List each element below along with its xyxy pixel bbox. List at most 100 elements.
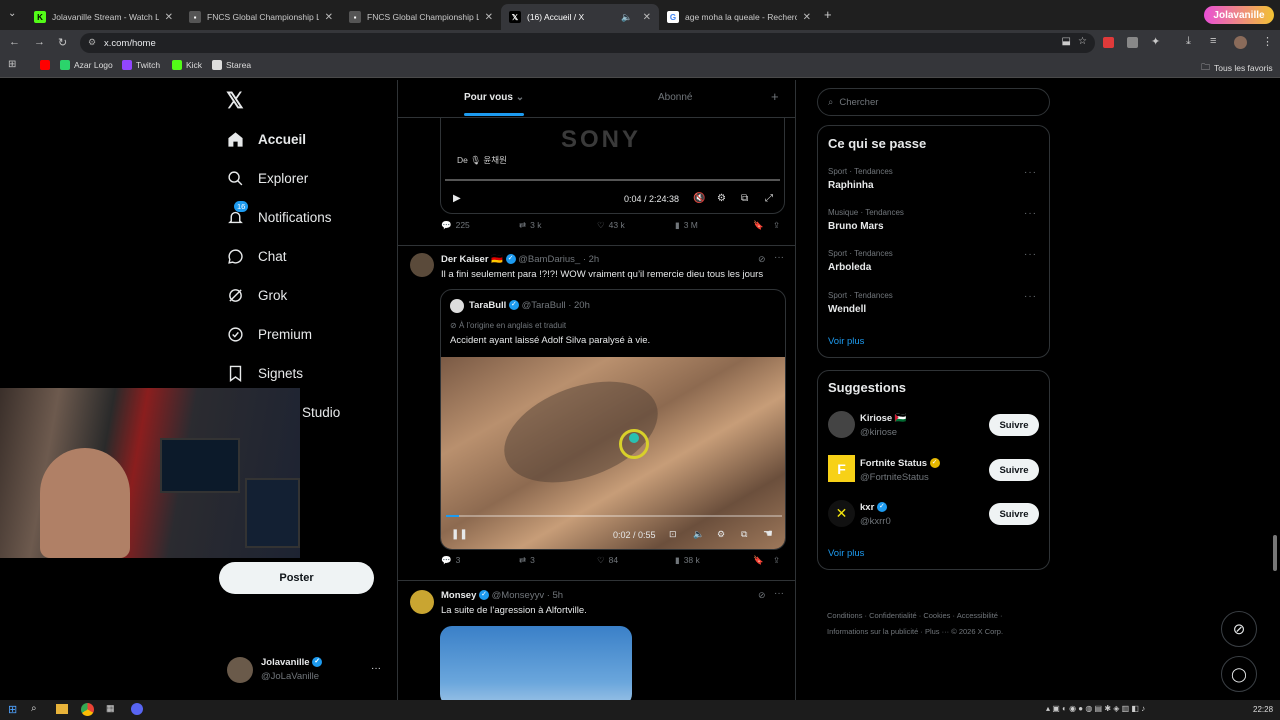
windows-start-icon[interactable]: ⊞ (8, 703, 17, 716)
mute-icon[interactable]: 🔇 (693, 193, 705, 204)
quoted-video[interactable]: ❚❚ 0:02 / 0:55 ⊡ 🔈 ⚙ ⧉ ☚ (441, 357, 785, 549)
share-icon[interactable]: ⇪ (773, 220, 780, 231)
bookmark-icon[interactable]: 🔖 (753, 220, 764, 231)
trend-item[interactable]: Sport · Tendances Raphinha (828, 167, 893, 191)
terminal-icon[interactable]: ▦ (106, 703, 115, 714)
avatar[interactable] (828, 411, 855, 438)
more-icon[interactable]: ··· (371, 663, 381, 674)
close-icon[interactable]: ✕ (643, 12, 651, 23)
nav-item-explore[interactable]: Explorer (226, 169, 308, 187)
scrollbar-thumb[interactable] (1273, 535, 1277, 571)
close-icon[interactable]: ✕ (803, 12, 811, 23)
trend-item[interactable]: Sport · Tendances Arboleda (828, 249, 893, 273)
menu-kebab-icon[interactable]: ⋮ (1262, 35, 1273, 48)
fullscreen-icon[interactable]: ⤢ (765, 193, 773, 204)
tab-x-home[interactable]: 𝕏 (16) Accueil / X 🔈 ✕ (501, 4, 659, 30)
bookmark-azar[interactable]: Azar Logo (60, 60, 113, 70)
nav-item-notifications[interactable]: 16 Notifications (226, 201, 332, 226)
nav-item-bookmarks[interactable]: Signets (226, 364, 303, 382)
suggestion-user[interactable]: Kiriose 🇵🇸 @kiriose (860, 412, 907, 440)
close-icon[interactable]: ✕ (485, 12, 493, 23)
avatar[interactable] (410, 253, 434, 277)
video-progress-track[interactable] (445, 179, 780, 181)
follow-button[interactable]: Suivre (989, 503, 1039, 525)
bookmark-twitch[interactable]: Twitch (122, 60, 160, 70)
star-icon[interactable]: ☆ (1078, 36, 1087, 47)
video-player[interactable]: SONY De 🎙 윤채원 ▶ 0:04 / 2:24:38 🔇 ⚙ ⧉ ⤢ (440, 118, 785, 214)
new-tab-button[interactable]: + (824, 7, 832, 22)
search-input[interactable]: ⌕ Chercher (817, 88, 1050, 116)
grok-icon[interactable]: ⊘ (758, 254, 766, 265)
views-button[interactable]: ▮ 3 M (675, 220, 698, 231)
avatar[interactable]: ✕ (828, 500, 855, 527)
more-icon[interactable]: ··· (1024, 291, 1037, 302)
reply-button[interactable]: 💬 225 (441, 220, 470, 231)
settings-icon[interactable]: ⚙ (717, 529, 725, 540)
all-bookmarks[interactable]: 🗀 Tous les favoris (1201, 60, 1273, 76)
pip-icon[interactable]: ⧉ (741, 529, 747, 540)
tab-google-search[interactable]: G age moha la queale - Recherche ✕ (659, 4, 819, 30)
fortnite-logo-icon[interactable]: F (828, 455, 855, 482)
repost-button[interactable]: ⇄ 3 (519, 555, 535, 566)
like-button[interactable]: ♡ 43 k (597, 220, 625, 231)
speaker-icon[interactable]: 🔈 (621, 12, 632, 23)
pip-icon[interactable]: ⧉ (741, 193, 748, 204)
play-icon[interactable]: ▶ (453, 193, 461, 204)
reload-icon[interactable]: ↻ (58, 36, 67, 49)
suggestion-user[interactable]: kxr ✓ @kxrr0 (860, 501, 891, 529)
nav-item-home[interactable]: Accueil (226, 130, 306, 148)
avatar[interactable] (410, 590, 434, 614)
site-info-icon[interactable]: ⚙ (88, 37, 96, 48)
tab-search-icon[interactable]: ⌄ (8, 8, 16, 19)
quoted-post[interactable]: TaraBull ✓ @TaraBull · 20h ⊘ À l’origine… (440, 289, 786, 550)
discord-icon[interactable] (131, 703, 143, 715)
download-icon[interactable]: ⤓ (1186, 35, 1191, 48)
post-button[interactable]: Poster (219, 562, 374, 594)
close-icon[interactable]: ✕ (165, 12, 173, 23)
extensions-puzzle-icon[interactable]: ✦ (1151, 35, 1160, 48)
profile-brand-badge[interactable]: Jolavanille (1204, 6, 1274, 24)
profile-avatar-icon[interactable] (1234, 36, 1247, 49)
forward-icon[interactable]: → (34, 36, 45, 48)
volume-icon[interactable]: 🔈 (693, 529, 704, 540)
account-switcher[interactable]: Jolavanille ✓ @JoLaVanille (227, 656, 323, 684)
more-icon[interactable]: ··· (774, 588, 784, 599)
more-icon[interactable]: ··· (1024, 208, 1037, 219)
file-explorer-icon[interactable] (56, 704, 68, 714)
add-tab-icon[interactable]: + (771, 89, 779, 104)
tab-for-you[interactable]: Pour vous ⌄ (464, 92, 524, 103)
share-icon[interactable]: ⇪ (773, 555, 780, 566)
bookmark-kick[interactable]: Kick (172, 60, 202, 70)
apps-grid-icon[interactable]: ⊞ (8, 59, 16, 70)
bookmark-youtube[interactable] (40, 60, 50, 70)
media-control-icon[interactable]: ≡ (1210, 35, 1216, 47)
settings-icon[interactable]: ⚙ (717, 193, 726, 204)
repost-button[interactable]: ⇄ 3 k (519, 220, 541, 231)
nav-item-grok[interactable]: Grok (226, 286, 287, 304)
extension-red-icon[interactable] (1103, 37, 1114, 48)
back-icon[interactable]: ← (9, 36, 20, 48)
tab-fncs-2[interactable]: ▪ FNCS Global Championship La ✕ (341, 4, 501, 30)
nav-item-premium[interactable]: Premium (226, 325, 312, 343)
like-button[interactable]: ♡ 84 (597, 555, 618, 566)
more-icon[interactable]: ··· (1024, 167, 1037, 178)
grok-float-button[interactable]: ⊘ (1221, 611, 1257, 647)
reply-button[interactable]: 💬 3 (441, 555, 460, 566)
tab-jolavanille-stream[interactable]: K Jolavanille Stream - Watch Live✕ (26, 4, 181, 30)
trend-item[interactable]: Sport · Tendances Wendell (828, 291, 893, 315)
views-button[interactable]: ▮ 38 k (675, 555, 700, 566)
show-more-link[interactable]: Voir plus (828, 548, 864, 559)
chat-float-button[interactable]: ◯ (1221, 656, 1257, 692)
extension-gray-icon[interactable] (1127, 37, 1138, 48)
captions-icon[interactable]: ⊡ (669, 529, 677, 540)
bookmark-icon[interactable]: 🔖 (753, 555, 764, 566)
post-video-thumbnail[interactable] (440, 626, 632, 700)
address-bar[interactable]: ⚙ x.com/home ⬓ ☆ (80, 33, 1095, 53)
tab-following[interactable]: Abonné (658, 92, 692, 103)
close-icon[interactable]: ✕ (325, 12, 333, 23)
author-name[interactable]: Monsey (441, 590, 476, 601)
nav-item-chat[interactable]: Chat (226, 247, 287, 265)
chrome-icon[interactable] (81, 703, 94, 716)
bookmark-starea[interactable]: Starea (212, 60, 251, 70)
tab-fncs-1[interactable]: ▪ FNCS Global Championship La ✕ (181, 4, 341, 30)
